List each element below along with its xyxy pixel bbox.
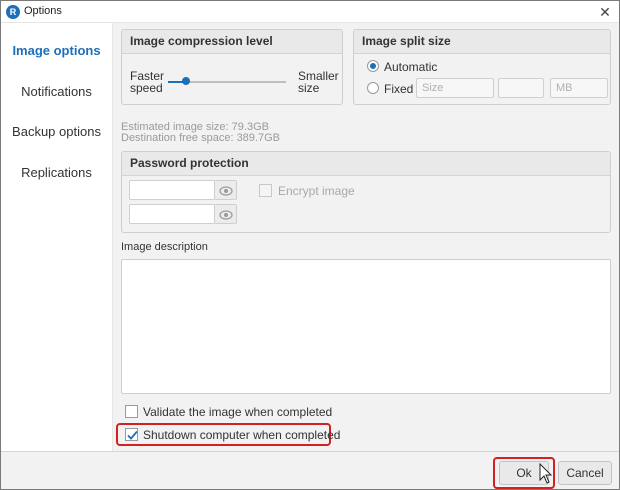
split-size-input[interactable]: Size: [416, 78, 494, 98]
password-group: Password protection Encrypt image: [121, 151, 611, 233]
title-bar: R Options ✕: [1, 1, 619, 23]
fixed-label: Fixed: [384, 82, 414, 96]
sidebar-item-replications[interactable]: Replications: [1, 153, 112, 193]
automatic-label: Automatic: [384, 60, 438, 74]
password-input[interactable]: [129, 180, 215, 200]
automatic-radio[interactable]: [367, 60, 379, 72]
sidebar: Image options Notifications Backup optio…: [1, 23, 113, 451]
eye-icon: [219, 186, 233, 196]
show-confirm-password-button[interactable]: [215, 204, 237, 224]
dialog-footer: Ok Cancel: [1, 451, 619, 489]
size-label: size: [298, 81, 320, 95]
window-title: Options: [24, 5, 62, 17]
split-size-title: Image split size: [354, 30, 610, 54]
eye-icon: [219, 210, 233, 220]
destination-space-text: Destination free space: 389.7GB: [121, 132, 280, 144]
speed-label: speed: [130, 81, 163, 95]
shutdown-computer-label: Shutdown computer when completed: [143, 428, 341, 442]
encrypt-image-checkbox[interactable]: [259, 184, 272, 197]
sidebar-item-notifications[interactable]: Notifications: [1, 72, 112, 112]
app-logo-icon: R: [6, 5, 20, 19]
sidebar-item-backup-options[interactable]: Backup options: [1, 112, 112, 152]
image-description-label: Image description: [121, 241, 208, 253]
close-icon[interactable]: ✕: [595, 2, 615, 22]
split-size-extra-input[interactable]: [498, 78, 544, 98]
compression-title: Image compression level: [122, 30, 342, 54]
fixed-radio[interactable]: [367, 82, 379, 94]
encrypt-image-label: Encrypt image: [278, 184, 355, 198]
show-password-button[interactable]: [215, 180, 237, 200]
validate-image-label: Validate the image when completed: [143, 405, 333, 419]
main-content: Image compression level Faster speed Sma…: [113, 23, 619, 451]
mouse-cursor-icon: [539, 463, 553, 484]
shutdown-computer-checkbox[interactable]: [125, 428, 138, 441]
confirm-password-input[interactable]: [129, 204, 215, 224]
split-size-group: Image split size Automatic Fixed Size MB: [353, 29, 611, 105]
sidebar-item-image-options[interactable]: Image options: [1, 31, 112, 71]
options-window: R Options ✕ Image options Notifications …: [0, 0, 620, 490]
split-unit-select[interactable]: MB: [550, 78, 608, 98]
password-title: Password protection: [122, 152, 610, 176]
compression-slider-thumb[interactable]: [181, 77, 190, 85]
validate-image-checkbox[interactable]: [125, 405, 138, 418]
checkmark-icon: [127, 430, 138, 440]
compression-group: Image compression level Faster speed Sma…: [121, 29, 343, 105]
image-description-textarea[interactable]: [121, 259, 611, 394]
cancel-button[interactable]: Cancel: [558, 461, 612, 485]
